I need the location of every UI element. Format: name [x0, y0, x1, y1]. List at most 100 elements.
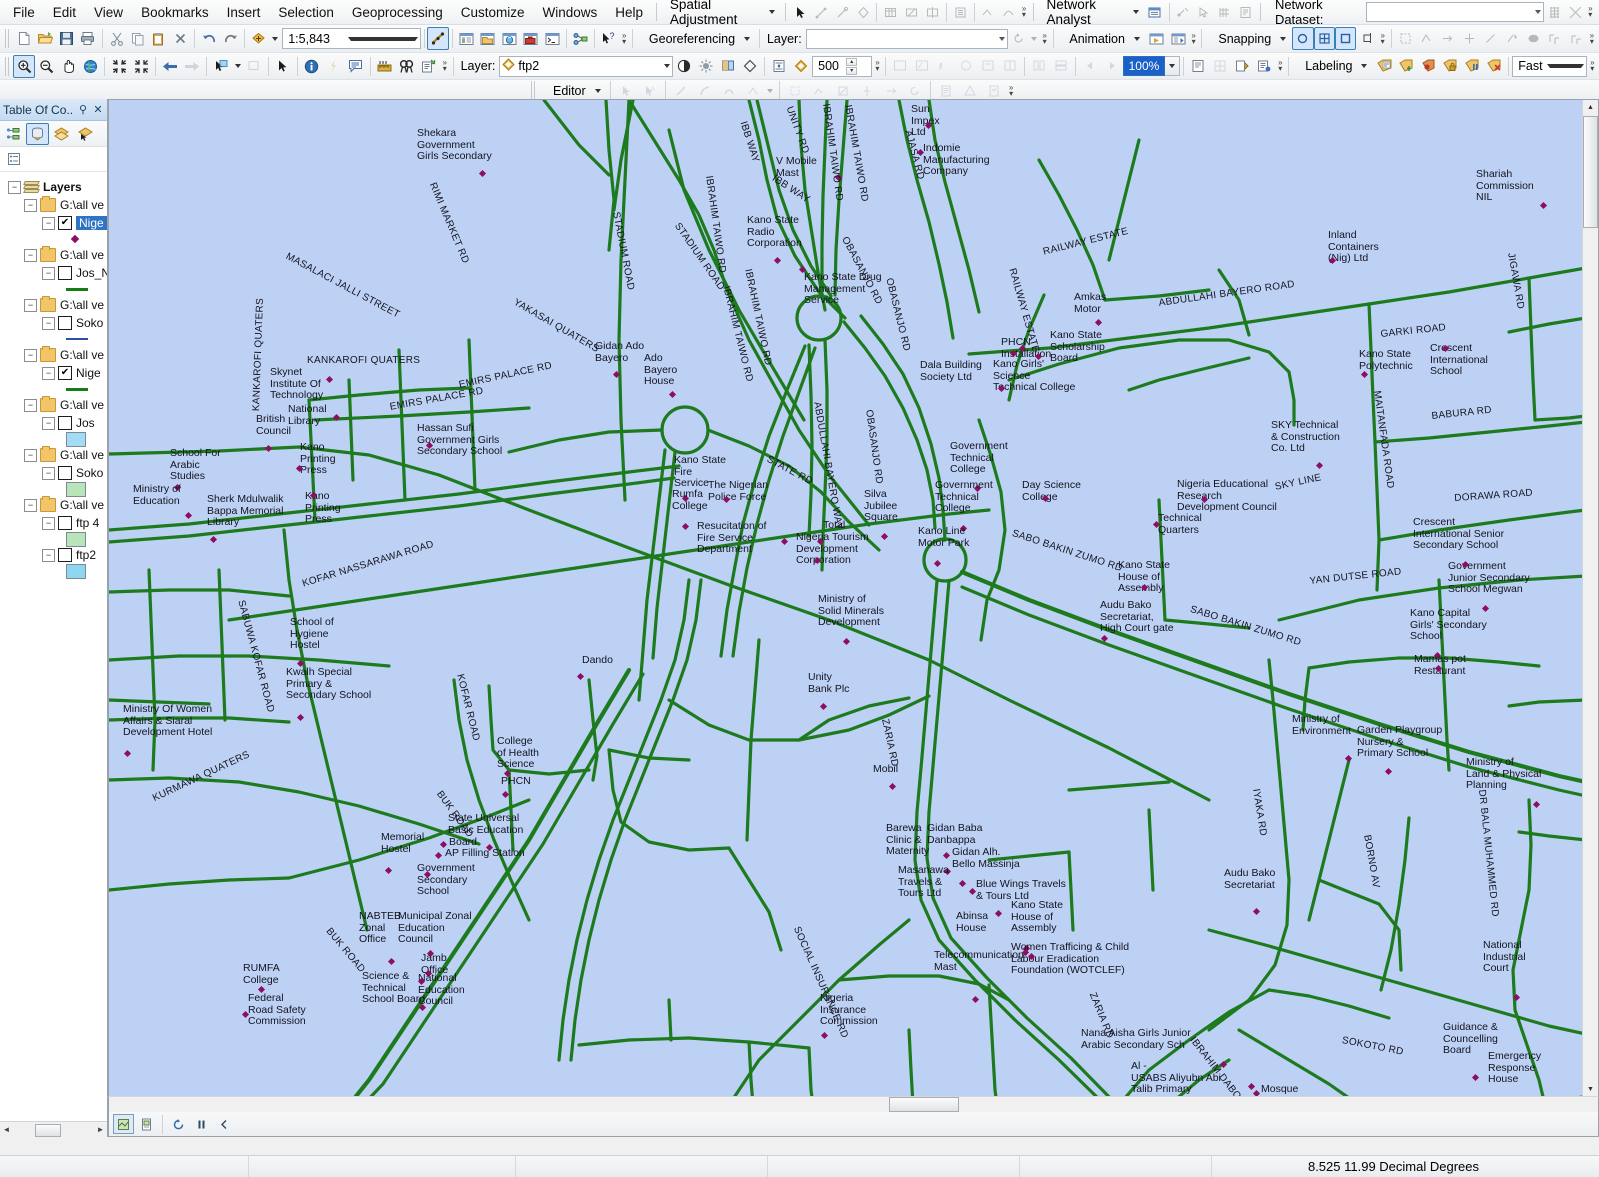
transparency-dropdown[interactable] — [1164, 56, 1181, 76]
expand-collapse-icon[interactable]: − — [42, 416, 55, 430]
toc-group-6[interactable]: − G:\all ve — [4, 496, 107, 514]
effects-2-icon[interactable] — [911, 55, 933, 78]
network-analyst-window-icon[interactable] — [1145, 1, 1166, 24]
toc-layer-1[interactable]: − Jos_N — [4, 264, 107, 282]
labeling-menu[interactable]: Labeling — [1292, 56, 1373, 76]
effects-7-icon[interactable] — [1028, 55, 1050, 78]
table-of-contents-icon[interactable] — [456, 27, 477, 50]
reshape-feature-icon[interactable] — [1416, 27, 1437, 50]
straight-segment-icon[interactable] — [1459, 27, 1480, 50]
map-canvas[interactable]: Shekara Government Girls Secondary Sun Im… — [108, 99, 1599, 1096]
trace-icon[interactable] — [1480, 27, 1501, 50]
add-data-dropdown[interactable] — [269, 27, 280, 50]
map-vertical-scrollbar[interactable]: ▲ ▼ — [1582, 100, 1598, 1096]
expand-collapse-icon[interactable]: − — [8, 180, 21, 194]
toolbar-grip[interactable] — [5, 56, 11, 76]
delete-icon[interactable] — [170, 27, 191, 50]
identify-icon[interactable] — [301, 55, 323, 78]
scroll-thumb[interactable] — [1583, 116, 1598, 228]
menu-insert[interactable]: Insert — [218, 2, 270, 23]
select-features-dropdown[interactable] — [232, 55, 243, 78]
scroll-track[interactable] — [13, 1123, 94, 1137]
layer-visibility-checkbox[interactable] — [58, 316, 72, 330]
spatial-adjustment-menu[interactable]: Spatial Adjustment — [661, 0, 781, 30]
lock-labels-icon[interactable] — [1439, 55, 1461, 78]
toc-symbol-1[interactable] — [4, 282, 107, 296]
html-popup-icon[interactable] — [345, 55, 367, 78]
redo-icon[interactable] — [220, 27, 241, 50]
toc-group-0[interactable]: − G:\all ve — [4, 196, 107, 214]
expand-collapse-icon[interactable]: − — [24, 248, 37, 262]
map-horizontal-scrollbar[interactable] — [108, 1096, 1599, 1112]
toc-symbol-3[interactable] — [4, 382, 107, 396]
expand-collapse-icon[interactable]: − — [24, 498, 37, 512]
toolbar-overflow-button[interactable]: » ▾ — [1587, 56, 1597, 76]
edge-match-icon[interactable] — [922, 1, 943, 24]
rotate-dropdown[interactable] — [1029, 27, 1040, 50]
spinner[interactable]: ▴ ▾ — [842, 57, 870, 75]
layer-visibility-checkbox[interactable] — [58, 516, 72, 530]
toolbar-grip[interactable] — [531, 81, 537, 100]
transparency-value[interactable]: 100% — [1122, 56, 1165, 76]
hyperlink-icon[interactable] — [323, 55, 345, 78]
pin-icon[interactable]: ⚲ — [77, 103, 89, 116]
layer-visibility-checkbox[interactable] — [58, 416, 72, 430]
rotate-icon[interactable] — [1008, 27, 1029, 50]
select-features-icon[interactable] — [210, 55, 232, 78]
expand-collapse-icon[interactable]: − — [42, 216, 55, 230]
menu-bookmarks[interactable]: Bookmarks — [132, 2, 218, 23]
python-window-icon[interactable] — [541, 27, 562, 50]
menu-file[interactable]: File — [4, 2, 44, 23]
fixed-zoom-in-icon[interactable] — [108, 55, 130, 78]
zoom-in-icon[interactable] — [13, 54, 36, 78]
layout-view-icon[interactable] — [136, 1114, 157, 1134]
continue-drawing-icon[interactable] — [214, 1114, 235, 1134]
go-to-xy-icon[interactable] — [418, 55, 440, 78]
toc-tree[interactable]: − Layers − G:\all ve − ✔ Nige − G:\all v… — [0, 172, 107, 1121]
cut-icon[interactable] — [106, 27, 127, 50]
toc-group-4[interactable]: − G:\all ve — [4, 396, 107, 414]
mosaic-icon[interactable] — [1209, 55, 1231, 78]
new-identity-link-icon[interactable] — [832, 1, 853, 24]
georef-layer-combo[interactable] — [805, 28, 1008, 49]
toc-group-3[interactable]: − G:\all ve — [4, 346, 107, 364]
toolbar-overflow-button[interactable]: » ▾ — [1378, 29, 1388, 49]
toc-symbol-2[interactable] — [4, 332, 107, 346]
select-elements-icon[interactable] — [272, 55, 294, 78]
new-doc-icon[interactable] — [13, 27, 34, 50]
fixed-zoom-out-icon[interactable] — [130, 55, 152, 78]
label-quality-combo[interactable]: Fast — [1512, 55, 1588, 77]
network-properties-icon[interactable] — [1565, 1, 1586, 24]
editor-menu[interactable]: Editor — [540, 81, 607, 101]
open-folder-icon[interactable] — [35, 27, 56, 50]
expand-collapse-icon[interactable]: − — [24, 298, 37, 312]
menu-customize[interactable]: Customize — [452, 2, 534, 23]
toc-group-1[interactable]: − G:\all ve — [4, 246, 107, 264]
toolbar-overflow-button[interactable]: » ▾ — [619, 29, 629, 49]
expand-collapse-icon[interactable]: − — [24, 348, 37, 362]
tools-layer-combo[interactable]: ftp2 — [499, 55, 674, 77]
find-icon[interactable] — [396, 55, 418, 78]
menu-geoprocessing[interactable]: Geoprocessing — [343, 2, 452, 23]
toc-symbol-5[interactable] — [4, 481, 107, 497]
close-icon[interactable]: ✕ — [92, 103, 104, 116]
toc-layer-5[interactable]: − Soko — [4, 464, 107, 482]
toc-symbol-6[interactable] — [4, 531, 107, 547]
network-identify-icon[interactable] — [1544, 1, 1565, 24]
expand-collapse-icon[interactable]: − — [42, 466, 55, 480]
smooth-icon[interactable] — [998, 1, 1019, 24]
brightness-icon[interactable] — [695, 55, 717, 78]
menu-windows[interactable]: Windows — [534, 2, 607, 23]
link-table-icon[interactable] — [880, 1, 901, 24]
direction-distance-icon[interactable] — [1566, 27, 1587, 50]
toolbar-overflow-button[interactable]: » ▾ — [1586, 2, 1595, 22]
list-by-source-icon[interactable] — [26, 122, 49, 145]
expand-collapse-icon[interactable]: − — [42, 316, 55, 330]
expand-collapse-icon[interactable]: − — [42, 266, 55, 280]
editor-toolbar-icon[interactable] — [427, 27, 449, 50]
expand-collapse-icon[interactable]: − — [42, 366, 55, 380]
menu-help[interactable]: Help — [606, 2, 652, 23]
export-raster-icon[interactable] — [1231, 55, 1253, 78]
map-scale-combo[interactable]: 1:5,843 — [282, 28, 421, 49]
animation-controls-icon[interactable] — [1146, 27, 1167, 50]
